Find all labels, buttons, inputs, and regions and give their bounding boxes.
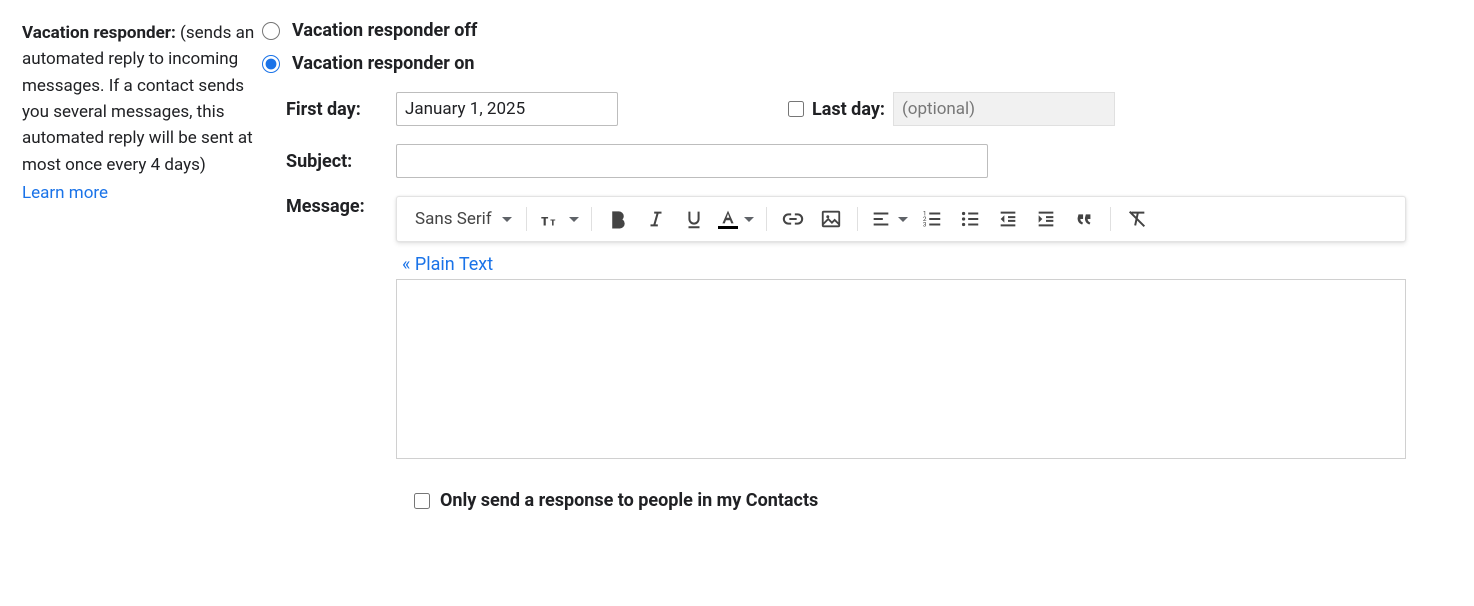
chevron-down-icon bbox=[502, 217, 512, 222]
toolbar-separator bbox=[766, 207, 767, 231]
link-button[interactable] bbox=[775, 201, 811, 237]
quote-button[interactable] bbox=[1066, 201, 1102, 237]
bulleted-list-button[interactable] bbox=[952, 201, 988, 237]
chevron-down-icon bbox=[744, 217, 754, 222]
contacts-only-checkbox[interactable] bbox=[414, 493, 430, 509]
italic-button[interactable] bbox=[638, 201, 674, 237]
vacation-responder-off-label: Vacation responder off bbox=[292, 20, 477, 41]
first-day-input[interactable] bbox=[396, 92, 618, 126]
message-label: Message: bbox=[286, 196, 396, 217]
text-color-bar bbox=[718, 226, 738, 230]
align-button[interactable] bbox=[866, 201, 912, 237]
learn-more-link[interactable]: Learn more bbox=[22, 180, 108, 206]
section-description: (sends an automated reply to incoming me… bbox=[22, 23, 254, 175]
toolbar-separator bbox=[526, 207, 527, 231]
font-family-label: Sans Serif bbox=[415, 209, 492, 229]
chevron-down-icon bbox=[898, 217, 908, 222]
plain-text-link[interactable]: « Plain Text bbox=[402, 254, 493, 275]
text-color-button[interactable] bbox=[714, 201, 758, 237]
svg-text:т: т bbox=[541, 212, 549, 229]
toolbar-separator bbox=[1110, 207, 1111, 231]
vacation-responder-on-radio[interactable] bbox=[262, 55, 280, 73]
message-body-input[interactable] bbox=[396, 279, 1406, 459]
svg-text:т: т bbox=[550, 216, 556, 228]
bold-button[interactable] bbox=[600, 201, 636, 237]
toolbar-separator bbox=[591, 207, 592, 231]
svg-text:3: 3 bbox=[922, 220, 926, 228]
last-day-label: Last day: bbox=[812, 99, 885, 120]
first-day-label: First day: bbox=[286, 99, 396, 120]
formatting-toolbar: Sans Serif тт bbox=[396, 196, 1406, 242]
subject-label: Subject: bbox=[286, 151, 396, 172]
last-day-checkbox[interactable] bbox=[788, 101, 804, 117]
underline-button[interactable] bbox=[676, 201, 712, 237]
vacation-responder-off-radio[interactable] bbox=[262, 22, 280, 40]
toolbar-separator bbox=[857, 207, 858, 231]
chevron-down-icon bbox=[569, 217, 579, 222]
section-left-column: Vacation responder: (sends an automated … bbox=[22, 20, 262, 206]
subject-input[interactable] bbox=[396, 144, 988, 178]
image-button[interactable] bbox=[813, 201, 849, 237]
font-family-select[interactable]: Sans Serif bbox=[405, 201, 518, 237]
vacation-responder-on-label: Vacation responder on bbox=[292, 53, 475, 74]
font-size-button[interactable]: тт bbox=[535, 201, 583, 237]
last-day-input[interactable] bbox=[893, 92, 1115, 126]
numbered-list-button[interactable]: 123 bbox=[914, 201, 950, 237]
indent-more-button[interactable] bbox=[1028, 201, 1064, 237]
contacts-only-label: Only send a response to people in my Con… bbox=[440, 490, 818, 511]
section-title: Vacation responder: bbox=[22, 23, 176, 43]
indent-less-button[interactable] bbox=[990, 201, 1026, 237]
remove-formatting-button[interactable] bbox=[1119, 201, 1155, 237]
